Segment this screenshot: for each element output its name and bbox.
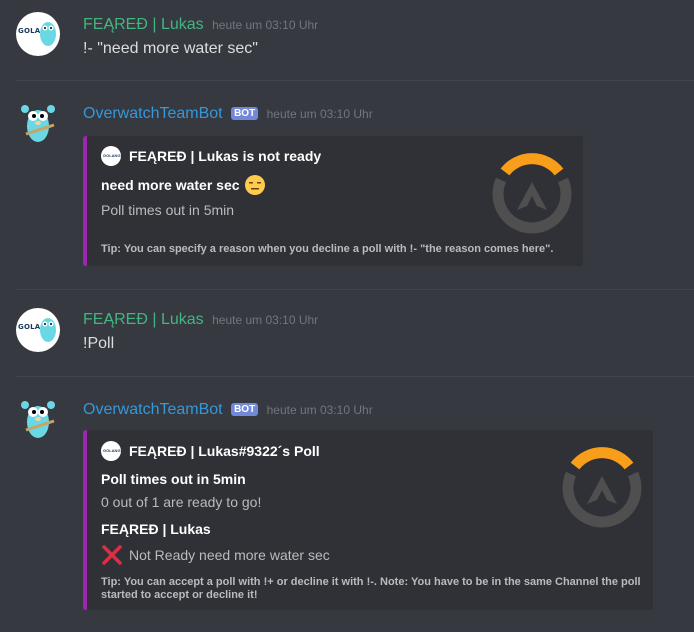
gopher-icon [21, 105, 55, 142]
message-group: GOLANG FEĄREĐ | Lukas heute um 03:10 Uhr… [0, 290, 694, 374]
embed-field-value: Not Ready need more water sec [101, 544, 330, 566]
avatar[interactable]: GOLANG [16, 12, 60, 56]
avatar[interactable] [16, 395, 60, 439]
username[interactable]: FEĄREĐ | Lukas [83, 311, 204, 328]
message-header: FEĄREĐ | Lukas heute um 03:10 Uhr [83, 311, 318, 329]
username[interactable]: FEĄREĐ | Lukas [83, 16, 204, 33]
timestamp: heute um 03:10 Uhr [266, 107, 373, 121]
author-icon: GOLANG [101, 441, 121, 461]
embed-footer: Tip: You can accept a poll with !+ or de… [101, 576, 641, 601]
embed-description: 0 out of 1 are ready to go! [101, 494, 262, 510]
timestamp: heute um 03:10 Uhr [212, 18, 319, 32]
embed: GOLANG FEĄREĐ | Lukas is not ready need … [83, 136, 583, 266]
chat-messages: GOLANG FEĄREĐ | Lukas heute um 03:10 Uhr… [0, 0, 694, 632]
cross-mark-icon [102, 545, 122, 565]
gopher-icon [40, 22, 56, 46]
message-group: GOLANG FEĄREĐ | Lukas heute um 03:10 Uhr… [0, 0, 694, 80]
gopher-icon [21, 401, 55, 438]
overwatch-logo-icon [562, 447, 642, 528]
avatar[interactable]: GOLANG [16, 308, 60, 352]
username[interactable]: OverwatchTeamBot [83, 401, 223, 418]
gopher-icon [40, 318, 56, 342]
author-icon: GOLANG [101, 146, 121, 166]
overwatch-logo-icon [492, 153, 572, 234]
message-header: FEĄREĐ | Lukas heute um 03:10 Uhr [83, 16, 318, 34]
embed-title: need more water sec [101, 174, 266, 196]
expressionless-face-icon [244, 175, 265, 195]
message-header: OverwatchTeamBot BOT heute um 03:10 Uhr [83, 401, 373, 419]
message-group: OverwatchTeamBot BOT heute um 03:10 Uhr … [0, 377, 694, 632]
bot-tag: BOT [231, 403, 259, 416]
message-header: OverwatchTeamBot BOT heute um 03:10 Uhr [83, 105, 373, 123]
timestamp: heute um 03:10 Uhr [266, 403, 373, 417]
message-text: !Poll [83, 335, 115, 352]
embed-author-name[interactable]: FEĄREĐ | Lukas#9322´s Poll [129, 443, 320, 459]
embed-title: Poll times out in 5min [101, 471, 246, 487]
embed-author: GOLANG FEĄREĐ | Lukas is not ready [101, 146, 321, 166]
embed-field-name: FEĄREĐ | Lukas [101, 521, 211, 537]
embed-author-name[interactable]: FEĄREĐ | Lukas is not ready [129, 148, 321, 164]
timestamp: heute um 03:10 Uhr [212, 313, 319, 327]
embed: GOLANG FEĄREĐ | Lukas#9322´s Poll Poll t… [83, 430, 653, 610]
embed-footer: Tip: You can specify a reason when you d… [101, 243, 554, 255]
avatar[interactable] [16, 99, 60, 143]
username[interactable]: OverwatchTeamBot [83, 105, 223, 122]
embed-author: GOLANG FEĄREĐ | Lukas#9322´s Poll [101, 441, 320, 461]
message-text: !- "need more water sec" [83, 40, 258, 57]
embed-description: Poll times out in 5min [101, 202, 235, 218]
bot-tag: BOT [231, 107, 259, 120]
message-group: OverwatchTeamBot BOT heute um 03:10 Uhr … [0, 81, 694, 287]
